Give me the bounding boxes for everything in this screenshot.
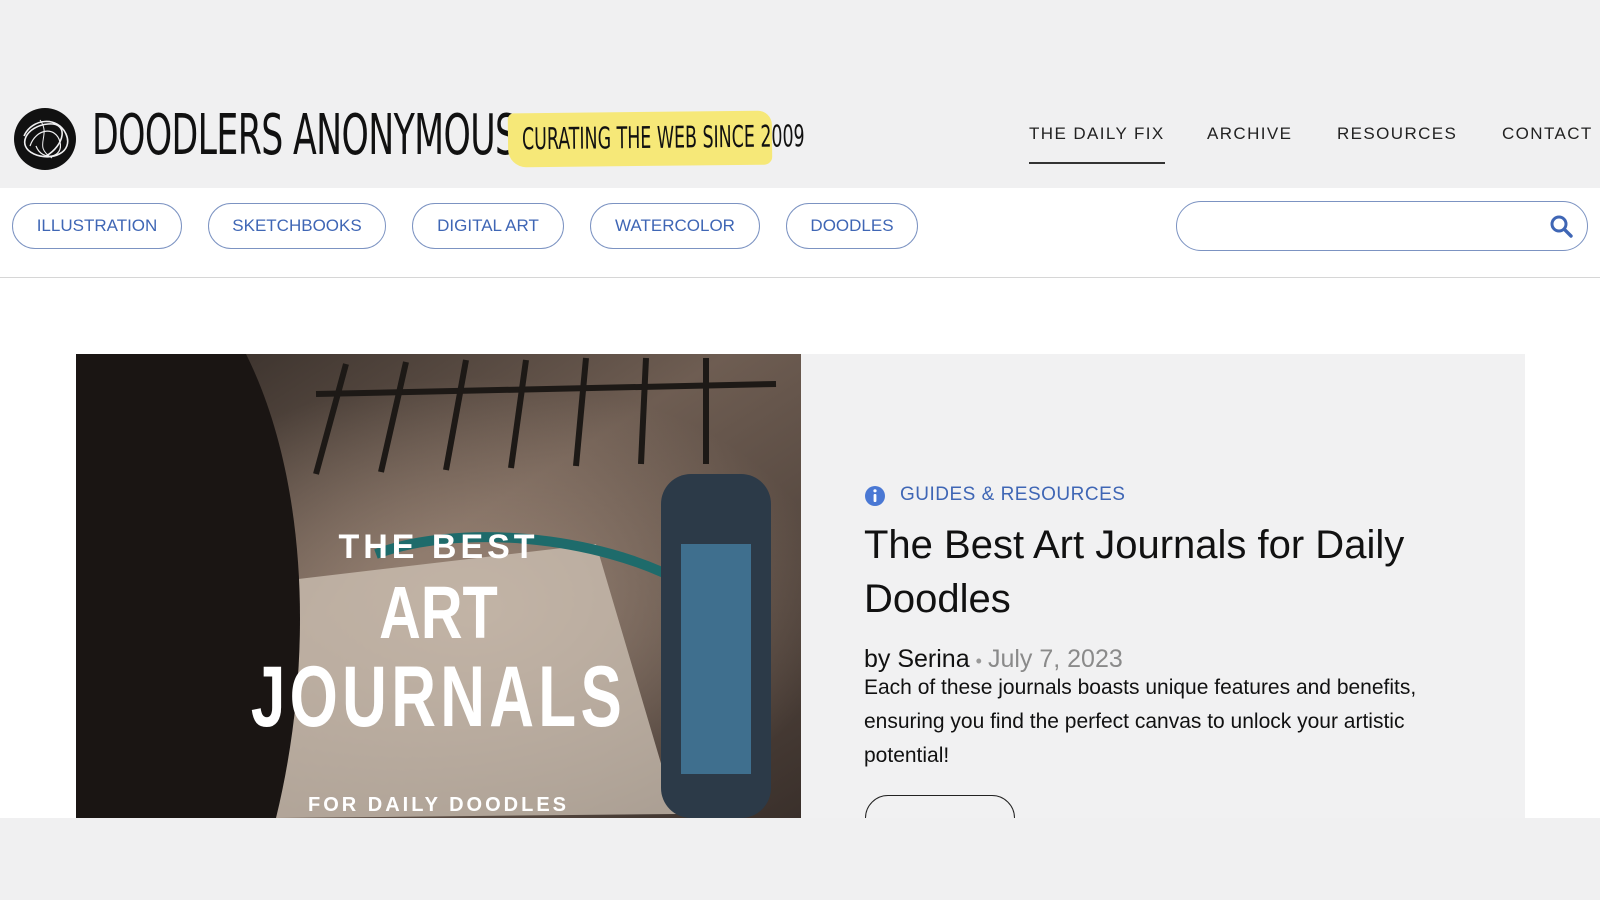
main-nav: THE DAILY FIX ARCHIVE RESOURCES CONTACT bbox=[0, 124, 1600, 164]
hero-text-line3: JOURNALS bbox=[250, 649, 627, 745]
category-pill-watercolor[interactable]: WATERCOLOR bbox=[590, 203, 760, 249]
category-pill-doodles[interactable]: DOODLES bbox=[786, 203, 918, 249]
post-author[interactable]: by Serina bbox=[864, 645, 970, 673]
hero-text-line1: THE BEST bbox=[338, 528, 539, 566]
hero-overlay-text: THE BEST ART JOURNALS FOR DAILY DOODLES bbox=[76, 354, 801, 818]
post-excerpt: Each of these journals boasts unique fea… bbox=[864, 676, 1417, 767]
nav-item-contact[interactable]: CONTACT bbox=[1502, 124, 1593, 144]
search-box bbox=[1176, 201, 1588, 251]
search-input[interactable] bbox=[1195, 212, 1539, 240]
hero-text-line4: FOR DAILY DOODLES bbox=[307, 794, 570, 816]
featured-post-image[interactable]: THE BEST ART JOURNALS FOR DAILY DOODLES bbox=[76, 354, 801, 818]
post-date: July 7, 2023 bbox=[987, 645, 1123, 673]
category-pill-digital-art[interactable]: DIGITAL ART bbox=[412, 203, 564, 249]
read-more-button[interactable] bbox=[865, 795, 1015, 818]
category-pill-sketchbooks[interactable]: SKETCHBOOKS bbox=[208, 203, 386, 249]
hero-text-line2: ART bbox=[379, 571, 498, 654]
byline-separator: • bbox=[975, 651, 982, 671]
post-title[interactable]: The Best Art Journals for Daily Doodles bbox=[864, 518, 1484, 626]
featured-post-card[interactable]: THE BEST ART JOURNALS FOR DAILY DOODLES … bbox=[76, 354, 1525, 818]
post-category-label: GUIDES & RESOURCES bbox=[900, 484, 1126, 505]
site-header: DOODLERS ANONYMOUS CURATING THE WEB SINC… bbox=[0, 88, 1600, 188]
nav-item-archive[interactable]: ARCHIVE bbox=[1207, 124, 1292, 144]
category-bar: ILLUSTRATION SKETCHBOOKS DIGITAL ART WAT… bbox=[0, 188, 1600, 278]
nav-item-resources[interactable]: RESOURCES bbox=[1337, 124, 1457, 144]
search-icon[interactable] bbox=[1549, 214, 1573, 238]
info-icon bbox=[865, 486, 885, 506]
post-byline: by Serina • July 7, 2023 bbox=[864, 645, 1123, 674]
nav-item-daily-fix[interactable]: THE DAILY FIX bbox=[1029, 124, 1165, 164]
main-content: THE BEST ART JOURNALS FOR DAILY DOODLES … bbox=[0, 278, 1600, 818]
category-pill-illustration[interactable]: ILLUSTRATION bbox=[12, 203, 182, 249]
